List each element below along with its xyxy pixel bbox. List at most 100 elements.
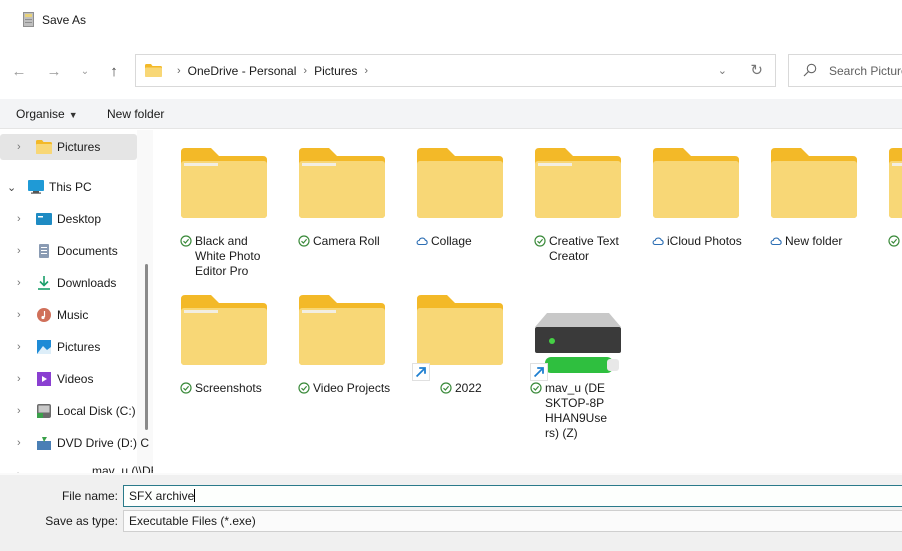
sidebar-item-videos[interactable]: › Videos xyxy=(0,366,137,392)
sidebar-item-local-disk[interactable]: › Local Disk (C:) xyxy=(0,398,137,424)
folder-icon xyxy=(771,148,857,218)
item-label: iCloud Photos xyxy=(652,234,752,249)
folder-item[interactable]: Creative Text Creator xyxy=(514,130,621,280)
scrollbar-thumb[interactable] xyxy=(145,264,148,430)
sidebar-item-pictures[interactable]: › Pictures xyxy=(0,334,137,360)
search-box[interactable]: Search Pictures xyxy=(788,54,902,87)
forward-arrow-icon[interactable]: → xyxy=(43,60,65,82)
address-history-dropdown-icon[interactable]: ⌄ xyxy=(718,64,727,77)
sidebar-item-music[interactable]: › Music xyxy=(0,302,137,328)
shortcut-arrow-icon xyxy=(530,363,548,381)
synced-check-icon xyxy=(440,382,452,394)
organise-label: Organise xyxy=(16,107,65,121)
refresh-icon[interactable]: ↻ xyxy=(750,61,763,79)
folder-item[interactable]: iCloud Photos xyxy=(632,130,742,280)
cloud-icon xyxy=(416,237,428,246)
synced-check-icon xyxy=(530,382,542,394)
folder-item[interactable]: New folder xyxy=(750,130,857,280)
pictures-icon xyxy=(37,340,51,354)
local-disk-icon xyxy=(37,404,51,418)
item-label: Creative Text Creator xyxy=(534,234,634,264)
window-title: Save As xyxy=(42,13,87,27)
folder-item[interactable]: Screenshots xyxy=(160,277,267,427)
command-bar: Organise ▼ New folder xyxy=(0,99,902,129)
chevron-right-icon: › xyxy=(303,64,308,77)
synced-check-icon xyxy=(180,382,192,394)
folder-item[interactable]: Collage xyxy=(396,130,503,280)
sidebar-item-label: Local Disk (C:) xyxy=(57,404,136,418)
dvd-drive-icon xyxy=(37,437,51,450)
save-as-type-label: Save as type: xyxy=(45,514,118,528)
computer-icon xyxy=(28,180,44,194)
address-bar[interactable]: › OneDrive - Personal › Pictures › ⌄ ↻ xyxy=(135,54,776,87)
sidebar-item-network-drive[interactable]: › mav_u (\\DESKTOP xyxy=(0,462,153,473)
folder-icon xyxy=(36,140,52,154)
item-label: Screenshots xyxy=(180,381,280,396)
item-label: S xyxy=(888,234,902,249)
sidebar-item-label: DVD Drive (D:) C xyxy=(57,436,149,450)
file-name-value: SFX archive xyxy=(129,489,195,503)
chevron-right-icon[interactable]: › xyxy=(17,309,21,321)
synced-check-icon xyxy=(534,235,546,247)
chevron-right-icon[interactable]: › xyxy=(17,437,21,449)
save-as-type-select[interactable]: Executable Files (*.exe) xyxy=(123,510,902,532)
breadcrumb-pictures[interactable]: Pictures xyxy=(314,64,357,78)
folder-shortcut-item[interactable]: 2022 xyxy=(396,277,503,427)
folder-icon xyxy=(181,295,267,365)
footer-divider xyxy=(0,473,902,475)
sidebar-item-downloads[interactable]: › Downloads xyxy=(0,270,137,296)
folder-item[interactable]: S xyxy=(868,130,902,280)
folder-item[interactable]: Video Projects xyxy=(278,277,390,427)
sidebar-item-desktop[interactable]: › Desktop xyxy=(0,206,137,232)
chevron-right-icon[interactable]: › xyxy=(17,213,21,225)
up-arrow-icon[interactable]: ↑ xyxy=(103,60,125,82)
new-folder-button[interactable]: New folder xyxy=(107,107,164,121)
folder-icon xyxy=(889,148,902,218)
chevron-down-icon[interactable]: ⌄ xyxy=(7,181,16,194)
chevron-right-icon[interactable]: › xyxy=(17,141,21,153)
item-label: Camera Roll xyxy=(298,234,398,249)
sidebar-item-this-pc[interactable]: ⌄ This PC xyxy=(0,174,137,200)
sidebar-item-label: Downloads xyxy=(57,276,117,290)
network-drive-item[interactable]: mav_u (DESKTOP-8PHHAN9Users) (Z) xyxy=(514,277,621,447)
videos-icon xyxy=(37,372,51,386)
synced-check-icon xyxy=(888,235,900,247)
cloud-icon xyxy=(652,237,664,246)
chevron-right-icon[interactable]: › xyxy=(17,341,21,353)
folder-item[interactable]: Camera Roll xyxy=(278,130,385,280)
sidebar-item-pictures-onedrive[interactable]: › Pictures xyxy=(0,134,137,160)
organise-button[interactable]: Organise ▼ xyxy=(16,107,78,121)
folder-icon xyxy=(145,64,162,77)
chevron-right-icon[interactable]: › xyxy=(17,277,21,289)
sidebar-item-documents[interactable]: › Documents xyxy=(0,238,137,264)
breadcrumb-onedrive[interactable]: OneDrive - Personal xyxy=(188,64,297,78)
folder-icon xyxy=(417,148,503,218)
synced-check-icon xyxy=(298,382,310,394)
title-bar: Save As xyxy=(0,0,902,40)
breadcrumb: › OneDrive - Personal › Pictures › xyxy=(170,55,375,86)
sidebar-item-label: Documents xyxy=(57,244,118,258)
chevron-right-icon[interactable]: › xyxy=(357,65,375,77)
chevron-down-icon[interactable]: ⌄ xyxy=(74,60,96,82)
synced-check-icon xyxy=(180,235,192,247)
search-input[interactable]: Search Pictures xyxy=(829,64,902,78)
back-arrow-icon[interactable]: ← xyxy=(8,60,30,82)
chevron-right-icon[interactable]: › xyxy=(17,373,21,385)
search-icon xyxy=(803,63,817,77)
navigation-bar: ← → ⌄ ↑ › OneDrive - Personal › Pictures… xyxy=(0,52,902,90)
item-label: Video Projects xyxy=(298,381,398,396)
sidebar-item-dvd-drive[interactable]: › DVD Drive (D:) C xyxy=(0,430,149,456)
folder-icon xyxy=(181,148,267,218)
chevron-right-icon[interactable]: › xyxy=(17,245,21,257)
file-name-input[interactable]: SFX archive xyxy=(123,485,902,507)
text-cursor xyxy=(194,489,196,502)
chevron-right-icon[interactable]: › xyxy=(17,405,21,417)
folder-item[interactable]: Black and White Photo Editor Pro xyxy=(160,130,267,280)
folder-icon xyxy=(535,148,621,218)
music-icon xyxy=(37,308,51,322)
file-list: Black and White Photo Editor Pro Camera … xyxy=(160,130,902,473)
shortcut-arrow-icon xyxy=(412,363,430,381)
folder-icon xyxy=(417,295,503,365)
folder-icon xyxy=(653,148,739,218)
sidebar-item-label: Music xyxy=(57,308,89,322)
